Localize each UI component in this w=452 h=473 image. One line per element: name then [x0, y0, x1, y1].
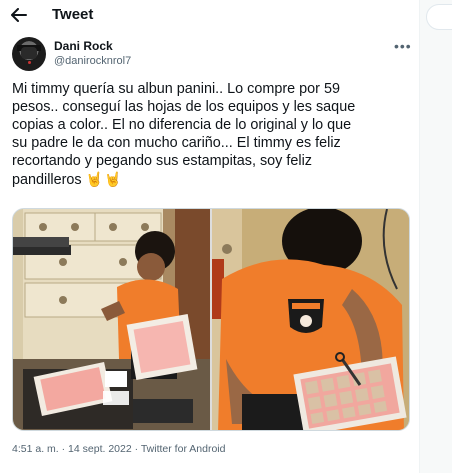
tweet-text: Mi timmy quería su albun panini.. Lo com…	[12, 80, 412, 189]
tweet-media[interactable]	[12, 208, 410, 431]
author-handle[interactable]: @danirocknrol7	[54, 55, 131, 67]
meta-separator: ·	[131, 443, 141, 455]
page-title: Tweet	[52, 6, 94, 23]
tweet-line: copias a color.. El no diferencia de lo …	[12, 117, 352, 133]
tweet-line: Mi timmy quería su albun panini.. Lo com…	[12, 81, 340, 97]
horns-emoji-icon: 🤘🤘	[85, 171, 123, 187]
back-arrow-icon[interactable]	[10, 6, 28, 24]
author-name[interactable]: Dani Rock	[54, 39, 113, 53]
tweet-time[interactable]: 4:51 a. m.	[12, 443, 59, 455]
photo-boy-at-table[interactable]	[13, 209, 210, 430]
tweet-line: recortando y pegando sus estampitas, soy…	[12, 153, 312, 169]
photo-boy-cutting-stickers[interactable]	[212, 209, 409, 430]
more-options-icon[interactable]: •••	[394, 38, 412, 54]
right-sidebar	[420, 0, 452, 473]
tweet-line: pandilleros	[12, 172, 82, 188]
tweet-timestamp: 4:51 a. m. · 14 sept. 2022 · Twitter for…	[12, 443, 225, 455]
tweet-source[interactable]: Twitter for Android	[141, 443, 226, 455]
tweet-line: su padre le da con mucho cariño... El ti…	[12, 135, 341, 151]
avatar[interactable]	[12, 37, 46, 71]
tweet-line-last: pandilleros 🤘🤘	[12, 170, 412, 189]
sidebar-search-box[interactable]	[426, 4, 452, 30]
meta-separator: ·	[58, 443, 69, 455]
tweet-date[interactable]: 14 sept. 2022	[68, 443, 132, 455]
top-bar: Tweet	[0, 0, 420, 30]
tweet-line: pesos.. conseguí las hojas de los equipo…	[12, 99, 356, 115]
tweet-detail-column: Tweet Dani Rock @danirocknrol7 ••• Mi ti…	[0, 0, 420, 473]
